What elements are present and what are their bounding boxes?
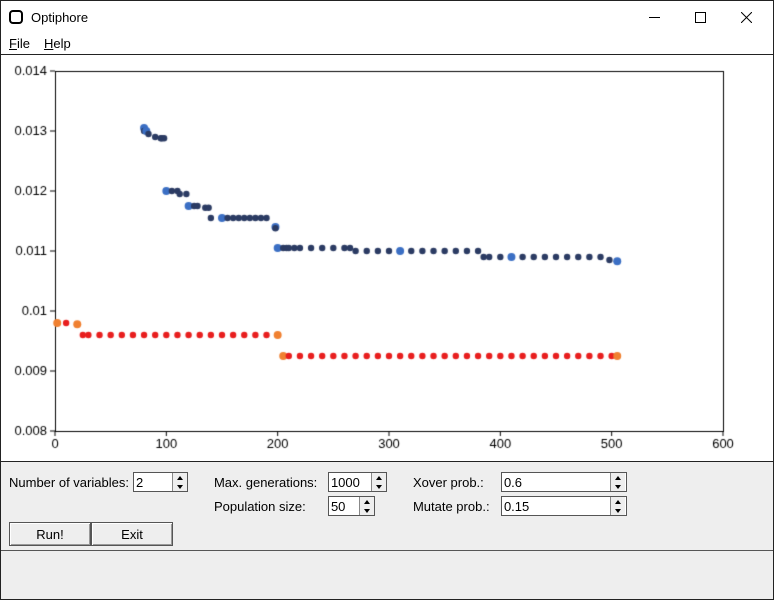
chevron-down-icon[interactable] bbox=[360, 506, 374, 515]
mutate-label: Mutate prob.: bbox=[413, 499, 497, 514]
window-controls bbox=[631, 2, 769, 32]
mutate-input[interactable] bbox=[502, 497, 610, 515]
num-vars-input[interactable] bbox=[134, 473, 172, 491]
num-vars-spinner[interactable] bbox=[133, 472, 188, 492]
chevron-down-icon[interactable] bbox=[173, 482, 187, 491]
close-button[interactable] bbox=[723, 2, 769, 32]
status-bar bbox=[1, 550, 773, 568]
plot-area bbox=[1, 55, 773, 462]
menu-help[interactable]: Help bbox=[44, 36, 71, 51]
titlebar: Optiphore bbox=[1, 1, 773, 33]
max-gen-input[interactable] bbox=[329, 473, 371, 491]
num-vars-label: Number of variables: bbox=[9, 475, 129, 490]
controls-panel: Number of variables: Max. generations: P… bbox=[1, 462, 773, 550]
pop-size-label: Population size: bbox=[214, 499, 324, 514]
xover-label: Xover prob.: bbox=[413, 475, 497, 490]
pop-size-input[interactable] bbox=[329, 497, 359, 515]
chevron-down-icon[interactable] bbox=[372, 482, 386, 491]
run-button[interactable]: Run! bbox=[9, 522, 91, 546]
chevron-down-icon[interactable] bbox=[611, 482, 625, 491]
max-gen-label: Max. generations: bbox=[214, 475, 324, 490]
menu-file[interactable]: File bbox=[9, 36, 30, 51]
window-title: Optiphore bbox=[31, 10, 631, 25]
max-gen-spinner[interactable] bbox=[328, 472, 387, 492]
chevron-up-icon[interactable] bbox=[173, 473, 187, 482]
app-window: Optiphore File Help Number of variables: bbox=[0, 0, 774, 600]
mutate-spinner[interactable] bbox=[501, 496, 627, 516]
pop-size-spinner[interactable] bbox=[328, 496, 375, 516]
chevron-up-icon[interactable] bbox=[611, 473, 625, 482]
minimize-button[interactable] bbox=[631, 2, 677, 32]
maximize-button[interactable] bbox=[677, 2, 723, 32]
exit-button[interactable]: Exit bbox=[91, 522, 173, 546]
client-area: Number of variables: Max. generations: P… bbox=[1, 55, 773, 599]
convergence-chart bbox=[1, 61, 741, 461]
chevron-up-icon[interactable] bbox=[372, 473, 386, 482]
chevron-up-icon[interactable] bbox=[360, 497, 374, 506]
menubar: File Help bbox=[1, 33, 773, 55]
chevron-down-icon[interactable] bbox=[611, 506, 625, 515]
chevron-up-icon[interactable] bbox=[611, 497, 625, 506]
xover-input[interactable] bbox=[502, 473, 610, 491]
app-icon bbox=[9, 10, 23, 24]
xover-spinner[interactable] bbox=[501, 472, 627, 492]
